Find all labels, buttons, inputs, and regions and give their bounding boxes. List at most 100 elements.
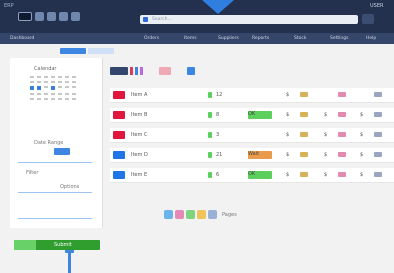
sidebar-divider [18,162,92,163]
app-title: ERP [4,3,14,9]
table-row[interactable]: Item A 12 $ [110,88,394,103]
row-cell-c3-icon [374,132,382,137]
tab-secondary[interactable] [88,48,114,54]
nav-items[interactable]: Items [180,35,201,42]
main-navbar: Dashboard Orders Items Suppliers Reports… [0,33,394,44]
search-bar[interactable]: Search... [140,15,358,24]
row-cell-c1: $ [286,132,290,138]
row-cell-c3: $ [360,132,364,138]
row-cell-c1: $ [286,152,290,158]
row-name: Item B [131,112,148,118]
filter-tag[interactable] [110,67,128,75]
left-sidebar: Calendar Date Range Filter Options [10,58,103,273]
row-indicator-icon [208,152,212,158]
calendar [30,76,84,103]
row-color-icon [113,111,125,119]
filter-swatch-purple[interactable] [140,67,143,75]
row-cell-c1-icon [300,112,308,117]
row-color-icon [113,91,125,99]
row-color-icon [113,131,125,139]
home-icon[interactable] [71,12,80,21]
row-status-badge: Wait [248,151,272,159]
row-status-badge [248,131,272,139]
row-color-icon [113,171,125,179]
table-row[interactable]: Item D 21 Wait $ $ $ [110,148,394,163]
filter-swatch-blue[interactable] [135,67,138,75]
page-4-button[interactable] [197,210,206,219]
menu-icon[interactable] [18,12,32,21]
row-cell-c3-icon [374,92,382,97]
row-qty: 21 [216,152,223,158]
row-cell-c3: $ [360,172,364,178]
row-status-badge: OK [248,171,272,179]
toolbar [18,12,80,21]
sidebar-label-options: Options [60,184,80,190]
back-icon[interactable] [35,12,44,21]
nav-settings[interactable]: Settings [326,35,352,42]
table-row[interactable]: Item C 3 $ $ $ [110,128,394,143]
page-5-button[interactable] [208,210,217,219]
row-status-badge: OK [248,111,272,119]
filter-badge[interactable] [187,67,195,75]
table-row[interactable]: Item B 8 OK $ $ $ [110,108,394,123]
row-cell-c3-icon [374,152,382,157]
row-qty: 6 [216,172,220,178]
row-cell-c2: $ [324,132,328,138]
row-indicator-icon [208,132,212,138]
row-qty: 8 [216,112,220,118]
row-cell-c2-icon [338,152,346,157]
user-label[interactable]: USER [370,3,383,9]
row-indicator-icon [208,172,212,178]
nav-suppliers[interactable]: Suppliers [214,35,243,42]
row-cell-c3-icon [374,112,382,117]
row-name: Item E [131,172,148,178]
row-cell-c2-icon [338,92,346,97]
submit-button[interactable]: Submit [14,240,100,250]
sidebar-label-range: Date Range [34,140,64,146]
search-input[interactable]: Search... [152,17,172,22]
forward-icon[interactable] [47,12,56,21]
page-3-button[interactable] [186,210,195,219]
row-cell-c2: $ [324,112,328,118]
row-cell-c2: $ [324,172,328,178]
slider-track[interactable] [68,251,71,273]
top-header: ERP Search... USER Dashboard Orders Item… [0,0,394,44]
nav-reports[interactable]: Reports [248,35,273,42]
sidebar-divider-2 [18,192,92,193]
profile-button[interactable] [362,14,374,24]
range-button[interactable] [54,148,70,155]
table-row[interactable]: Item E 6 OK $ $ $ [110,168,394,183]
row-color-icon [113,151,125,159]
row-qty: 3 [216,132,220,138]
row-indicator-icon [208,112,212,118]
filter-swatch-red[interactable] [130,67,133,75]
nav-help[interactable]: Help [362,35,380,42]
row-cell-c2-icon [338,112,346,117]
row-cell-c1-icon [300,132,308,137]
page-1-button[interactable] [164,210,173,219]
tab-active[interactable] [60,48,86,54]
main-content: Item A 12 $ Item B 8 OK $ $ $ Item C 3 $ $ $ Item D 21 W… [106,60,394,230]
row-cell-c1-icon [300,172,308,177]
pagination: Pages [164,210,237,219]
filter-row-tag[interactable] [159,67,171,75]
tab-strip [60,48,114,54]
row-cell-c1: $ [286,112,290,118]
row-cell-c1: $ [286,92,290,98]
page-2-button[interactable] [175,210,184,219]
row-cell-c2: $ [324,152,328,158]
nav-orders[interactable]: Orders [140,35,163,42]
refresh-icon[interactable] [59,12,68,21]
row-cell-c2-icon [338,132,346,137]
nav-stock[interactable]: Stock [290,35,310,42]
sidebar-divider-3 [18,218,92,219]
sidebar-label-filter: Filter [26,170,39,176]
row-qty: 12 [216,92,223,98]
filter-toolbar [110,67,195,75]
row-cell-c1-icon [300,92,308,97]
row-cell-c3: $ [360,112,364,118]
nav-dashboard[interactable]: Dashboard [6,35,38,42]
row-name: Item C [131,132,148,138]
pointer-arrow-icon [202,0,234,14]
sidebar-title: Calendar [34,66,57,72]
